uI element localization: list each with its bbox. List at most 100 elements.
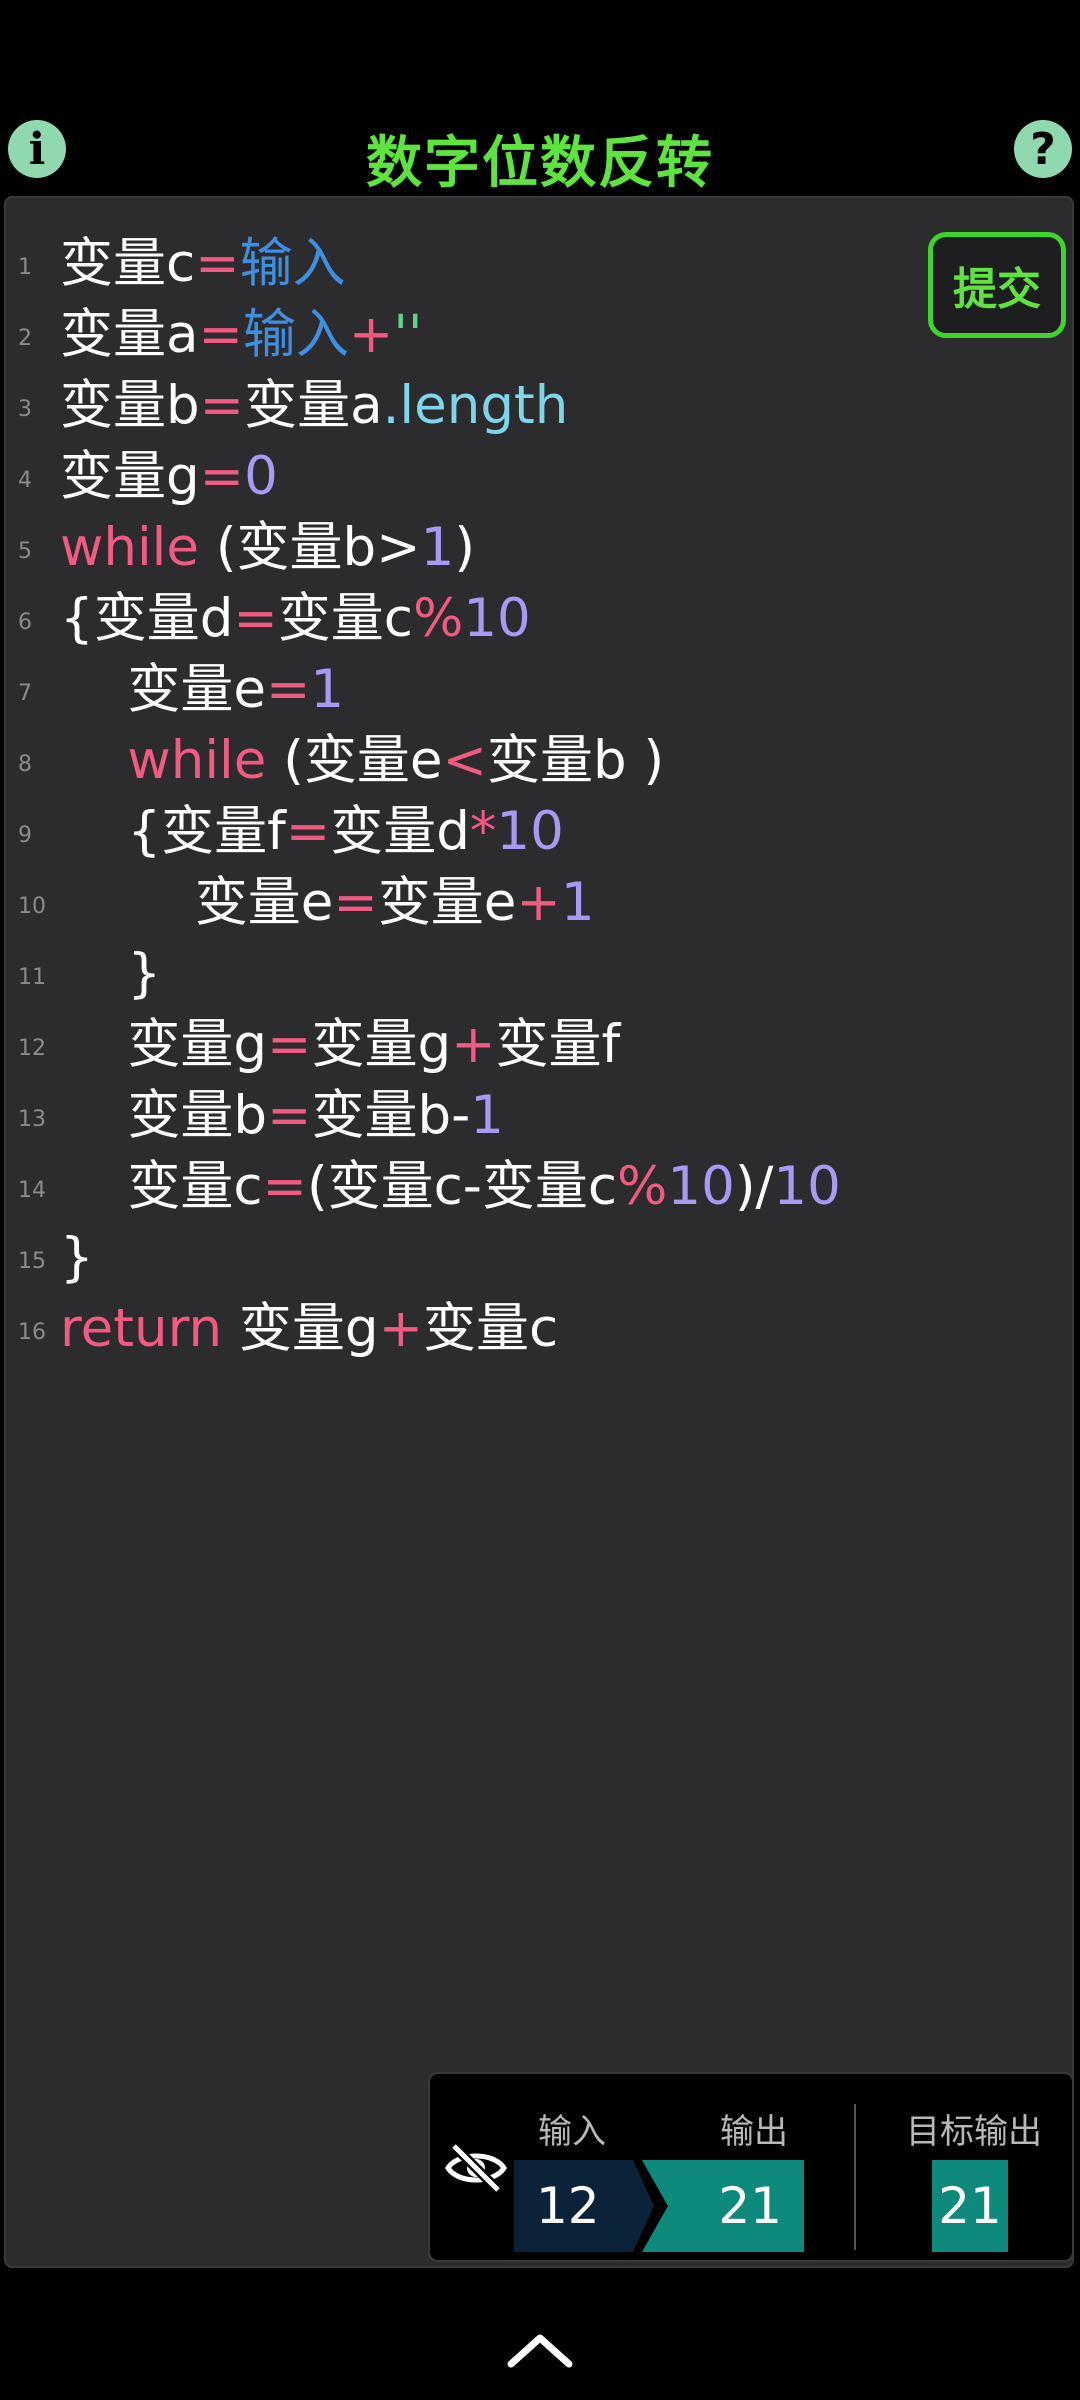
line-number: 10 <box>18 894 46 919</box>
code-token: (变量b> <box>199 517 421 578</box>
code-token: = <box>266 659 311 720</box>
code-token: 变量b <box>60 375 200 436</box>
code-token: .length <box>382 375 569 436</box>
code-token: 变量f <box>495 1014 621 1075</box>
output-label: 输出 <box>720 2112 788 2152</box>
code-token: {变量d <box>60 588 234 649</box>
code-token: + <box>348 304 394 365</box>
code-line[interactable]: 1 变量c=输入 <box>6 228 1072 299</box>
code-token: 变量d <box>330 801 470 862</box>
code-token: + <box>378 1298 423 1359</box>
code-line[interactable]: 6 {变量d=变量c%10 <box>6 583 1072 654</box>
line-number: 5 <box>18 539 32 564</box>
code-token: {变量f <box>60 801 286 862</box>
code-token: 10 <box>773 1156 841 1217</box>
code-token: 变量b ) <box>486 730 665 791</box>
code-line[interactable]: 15} <box>6 1222 1072 1293</box>
code-token: = <box>198 304 243 365</box>
code-text: {变量f=变量d*10 <box>60 796 564 867</box>
eye-off-icon[interactable] <box>444 2140 508 2196</box>
code-line[interactable]: 2 变量a=输入+'' <box>6 299 1072 370</box>
code-text: return 变量g+变量c <box>60 1293 558 1364</box>
line-number: 9 <box>18 823 32 848</box>
code-line[interactable]: 8 while (变量e<变量b ) <box>6 725 1072 796</box>
line-number: 8 <box>18 752 32 777</box>
submit-button[interactable]: 提交 <box>928 232 1066 338</box>
code-line[interactable]: 9 {变量f=变量d*10 <box>6 796 1072 867</box>
code-line[interactable]: 12 变量g=变量g+变量f <box>6 1009 1072 1080</box>
code-token: } <box>60 943 162 1004</box>
line-number: 6 <box>18 610 32 635</box>
code-token: 变量g <box>60 446 200 507</box>
code-token: 变量g <box>311 1014 452 1075</box>
code-token: + <box>451 1014 496 1075</box>
code-token: 变量c <box>60 1156 263 1217</box>
code-token: while <box>127 730 267 791</box>
header-bar: i 数字位数反转 ? <box>0 110 1080 200</box>
code-token: 变量c <box>422 1298 559 1359</box>
page-title: 数字位数反转 <box>366 131 714 196</box>
code-token: return <box>60 1298 223 1359</box>
code-token: 变量c <box>60 233 196 294</box>
code-token: = <box>199 375 245 436</box>
line-number: 15 <box>18 1249 46 1274</box>
code-token: 变量e <box>60 659 266 720</box>
code-text: 变量g=0 <box>60 441 278 512</box>
code-text: 变量e=变量e+1 <box>60 867 595 938</box>
line-number: 14 <box>18 1178 46 1203</box>
code-token: = <box>233 588 278 649</box>
code-token: = <box>267 1085 312 1146</box>
code-line[interactable]: 7 变量e=1 <box>6 654 1072 725</box>
code-text: } <box>60 1222 94 1293</box>
code-token: = <box>195 233 240 294</box>
code-token: 变量c <box>277 588 413 649</box>
code-text: 变量b=变量b-1 <box>60 1080 504 1151</box>
code-token: = <box>199 446 245 507</box>
target-output-label: 目标输出 <box>906 2112 1042 2152</box>
line-number: 4 <box>18 468 32 493</box>
code-token: 1 <box>420 517 455 578</box>
line-number: 13 <box>18 1107 46 1132</box>
code-text: while (变量b>1) <box>60 512 475 583</box>
code-line[interactable]: 5 while (变量b>1) <box>6 512 1072 583</box>
code-line[interactable]: 16 return 变量g+变量c <box>6 1293 1072 1364</box>
line-number: 3 <box>18 397 32 422</box>
code-line[interactable]: 14 变量c=(变量c-变量c%10)/10 <box>6 1151 1072 1222</box>
code-line[interactable]: 3 变量b=变量a.length <box>6 370 1072 441</box>
code-token: (变量c-变量c <box>306 1156 618 1217</box>
code-line[interactable]: 4 变量g=0 <box>6 441 1072 512</box>
code-token: 1 <box>470 1085 504 1146</box>
code-token: 变量g <box>60 1014 268 1075</box>
code-token: 0 <box>244 446 278 507</box>
code-token: 1 <box>310 659 345 720</box>
code-text: 变量e=1 <box>60 654 344 725</box>
code-line[interactable]: 11 } <box>6 938 1072 1009</box>
code-text: } <box>60 938 161 1009</box>
code-token: 10 <box>496 801 564 862</box>
code-token: 变量e <box>60 872 334 933</box>
output-value: 21 <box>642 2160 804 2252</box>
code-token: 变量b- <box>311 1085 471 1146</box>
code-line[interactable]: 10 变量e=变量e+1 <box>6 867 1072 938</box>
code-token: + <box>516 872 561 933</box>
code-token: * <box>469 801 497 862</box>
code-token: 变量b <box>60 1085 268 1146</box>
chevron-up-icon[interactable] <box>505 2330 575 2370</box>
code-text: 变量g=变量g+变量f <box>60 1009 620 1080</box>
code-text: 变量c=输入 <box>60 228 346 299</box>
code-token: 1 <box>560 872 595 933</box>
code-editor[interactable]: 1 变量c=输入 2 变量a=输入+'' 3 变量b=变量a.length 4 变量g=0 5 w… <box>4 196 1074 2268</box>
code-line[interactable]: 13 变量b=变量b-1 <box>6 1080 1072 1151</box>
line-number: 7 <box>18 681 32 706</box>
target-output-value: 21 <box>932 2160 1008 2252</box>
line-number: 1 <box>18 255 32 280</box>
code-text: while (变量e<变量b ) <box>60 725 664 796</box>
code-token: 10 <box>667 1156 735 1217</box>
code-token: = <box>262 1156 307 1217</box>
help-icon[interactable]: ? <box>1014 120 1072 178</box>
line-number: 12 <box>18 1036 46 1061</box>
code-text: 变量c=(变量c-变量c%10)/10 <box>60 1151 841 1222</box>
code-token: 变量e <box>377 872 517 933</box>
code-token: % <box>412 588 464 649</box>
